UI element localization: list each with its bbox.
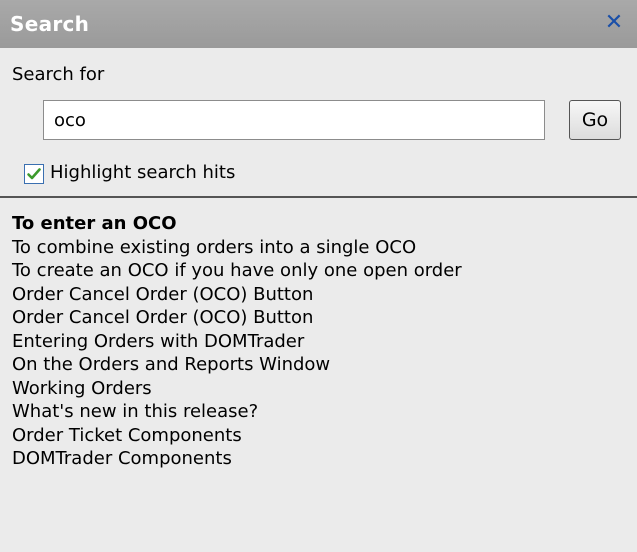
highlight-label[interactable]: Highlight search hits xyxy=(50,162,235,183)
results-list: To enter an OCO To combine existing orde… xyxy=(12,212,462,471)
result-item[interactable]: Entering Orders with DOMTrader xyxy=(12,330,462,354)
search-input[interactable] xyxy=(43,100,545,140)
result-item[interactable]: Working Orders xyxy=(12,377,462,401)
result-item[interactable]: What's new in this release? xyxy=(12,400,462,424)
result-item[interactable]: To create an OCO if you have only one op… xyxy=(12,259,462,283)
result-item[interactable]: On the Orders and Reports Window xyxy=(12,353,462,377)
result-item[interactable]: DOMTrader Components xyxy=(12,447,462,471)
results-panel: To enter an OCO To combine existing orde… xyxy=(0,198,637,552)
panel-titlebar: Search ✕ xyxy=(0,0,637,48)
result-item[interactable]: Order Cancel Order (OCO) Button xyxy=(12,306,462,330)
result-item[interactable]: Order Cancel Order (OCO) Button xyxy=(12,283,462,307)
go-button[interactable]: Go xyxy=(569,100,621,140)
result-item[interactable]: To enter an OCO xyxy=(12,212,462,236)
highlight-checkbox[interactable] xyxy=(24,164,44,184)
result-item[interactable]: Order Ticket Components xyxy=(12,424,462,448)
check-icon xyxy=(27,168,41,180)
search-label: Search for xyxy=(12,64,105,85)
close-icon[interactable]: ✕ xyxy=(601,10,627,36)
result-item[interactable]: To combine existing orders into a single… xyxy=(12,236,462,260)
search-panel: Search for Go Highlight search hits xyxy=(0,48,637,196)
panel-title: Search xyxy=(10,12,90,36)
